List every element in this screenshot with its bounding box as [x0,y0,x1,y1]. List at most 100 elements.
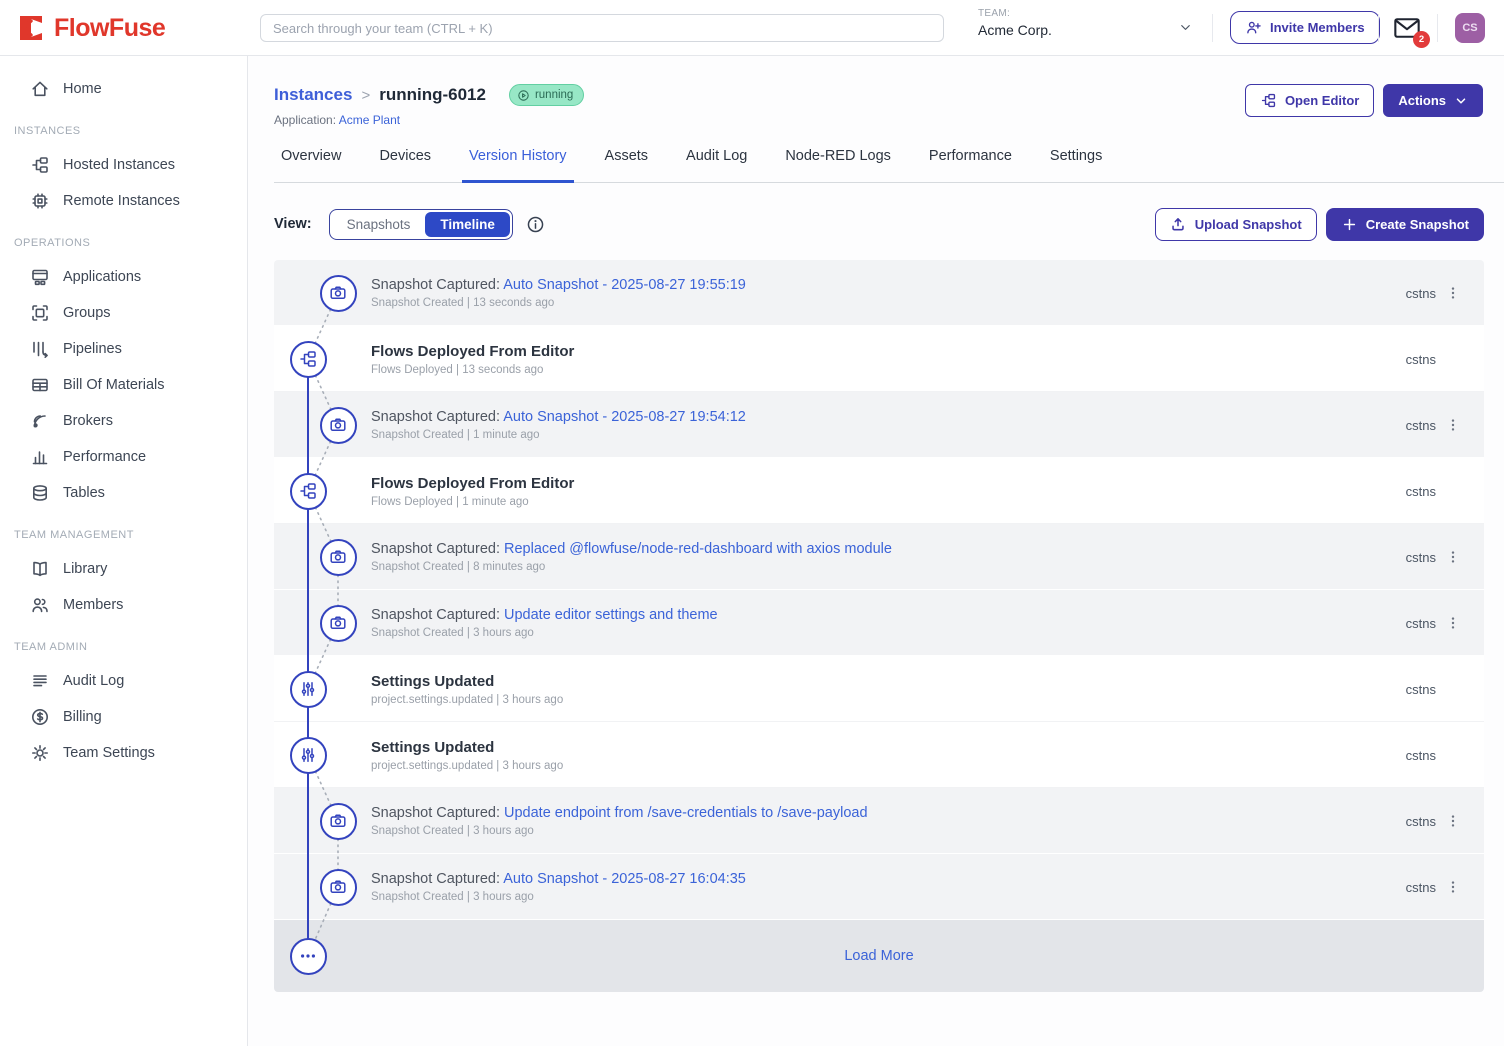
timeline-row-title: Flows Deployed From Editor [371,475,1380,492]
groups-icon [30,303,50,323]
timeline-row-title: Snapshot Captured: Update editor setting… [371,607,1380,623]
timeline-row: Snapshot Captured: Auto Snapshot - 2025-… [274,854,1484,920]
sidebar-section-label: TEAM MANAGEMENT [0,529,247,541]
load-more-link[interactable]: Load More [844,948,913,964]
view-toggle-snapshots[interactable]: Snapshots [332,212,426,237]
sidebar-item-members[interactable]: Members [0,587,247,623]
bom-icon [30,375,50,395]
team-selector[interactable]: TEAM: Acme Corp. [978,8,1052,38]
sidebar-item-team-settings[interactable]: Team Settings [0,735,247,771]
upload-snapshot-button[interactable]: Upload Snapshot [1155,208,1317,241]
sidebar-item-library[interactable]: Library [0,551,247,587]
chevron-down-icon[interactable] [1178,20,1193,35]
timeline-row: Settings Updatedproject.settings.updated… [274,656,1484,722]
timeline-row-user: cstns [1380,286,1436,301]
snapshot-link[interactable]: Replaced @flowfuse/node-red-dashboard wi… [504,541,892,557]
sidebar-item-remote-instances[interactable]: Remote Instances [0,183,247,219]
timeline-row-meta: project.settings.updated | 3 hours ago [371,760,1380,772]
open-editor-button[interactable]: Open Editor [1245,84,1374,117]
breadcrumb-instances-link[interactable]: Instances [274,85,352,105]
info-icon[interactable] [526,215,545,234]
sidebar-item-label: Remote Instances [63,193,180,209]
sidebar-item-label: Library [63,561,107,577]
invite-members-button[interactable]: Invite Members [1230,11,1380,44]
application-line: Application: Acme Plant [274,113,400,127]
sidebar-item-label: Groups [63,305,111,321]
sidebar-item-groups[interactable]: Groups [0,295,247,331]
tab-overview[interactable]: Overview [274,148,348,182]
members-icon [30,595,50,615]
snapshot-link[interactable]: Update endpoint from /save-credentials t… [504,805,868,821]
actions-button[interactable]: Actions [1383,84,1483,117]
tab-performance[interactable]: Performance [922,148,1019,182]
main-content: Instances > running-6012 running Applica… [248,56,1504,1046]
kebab-menu-icon[interactable] [1445,417,1461,433]
tab-version-history[interactable]: Version History [462,148,574,182]
sidebar-item-hosted-instances[interactable]: Hosted Instances [0,147,247,183]
sidebar-item-label: Tables [63,485,105,501]
node-red-flow-icon [1260,92,1277,109]
view-toggle: SnapshotsTimeline [329,209,513,240]
timeline-row: Snapshot Captured: Replaced @flowfuse/no… [274,524,1484,590]
view-label: View: [274,216,312,232]
application-link[interactable]: Acme Plant [339,113,400,127]
snapshot-captured-prefix: Snapshot Captured: [371,805,504,821]
tab-devices[interactable]: Devices [372,148,438,182]
tab-settings[interactable]: Settings [1043,148,1109,182]
sidebar-item-performance[interactable]: Performance [0,439,247,475]
timeline: Snapshot Captured: Auto Snapshot - 2025-… [274,260,1484,992]
page-title: running-6012 [379,85,486,105]
sidebar-item-audit-log[interactable]: Audit Log [0,663,247,699]
snapshot-link[interactable]: Auto Snapshot - 2025-08-27 19:54:12 [503,409,746,425]
snapshot-link[interactable]: Update editor settings and theme [504,607,718,623]
kebab-menu-icon[interactable] [1445,549,1461,565]
snapshot-link[interactable]: Auto Snapshot - 2025-08-27 16:04:35 [503,871,746,887]
billing-icon [30,707,50,727]
snapshot-link[interactable]: Auto Snapshot - 2025-08-27 19:55:19 [503,277,746,293]
flowfuse-logo-icon [16,13,46,43]
sidebar-section-label: INSTANCES [0,125,247,137]
kebab-menu-icon[interactable] [1445,285,1461,301]
timeline-row: Flows Deployed From EditorFlows Deployed… [274,326,1484,392]
notifications-mail-icon[interactable]: 2 [1392,14,1422,42]
pipelines-icon [30,339,50,359]
sidebar-item-billing[interactable]: Billing [0,699,247,735]
flowfuse-logo[interactable]: FlowFuse [16,13,165,43]
search-input[interactable] [260,14,944,42]
sidebar-item-pipelines[interactable]: Pipelines [0,331,247,367]
header-divider [1378,14,1379,42]
tab-audit-log[interactable]: Audit Log [679,148,754,182]
snapshot-captured-prefix: Snapshot Captured: [371,277,503,293]
sidebar-item-tables[interactable]: Tables [0,475,247,511]
sidebar-section-label: OPERATIONS [0,237,247,249]
kebab-menu-icon[interactable] [1445,879,1461,895]
chevron-down-icon [1454,94,1468,108]
sidebar-nav: Home INSTANCES Hosted Instances Remote Inst… [0,56,248,1046]
header-divider [1437,14,1438,42]
sidebar-item-bill-of-materials[interactable]: Bill Of Materials [0,367,247,403]
create-snapshot-button[interactable]: Create Snapshot [1326,208,1484,241]
timeline-row: Snapshot Captured: Auto Snapshot - 2025-… [274,260,1484,326]
sidebar-item-label: Pipelines [63,341,122,357]
sidebar-item-label: Performance [63,449,146,465]
cog-icon [30,743,50,763]
timeline-row-meta: Snapshot Created | 13 seconds ago [371,297,1380,309]
tab-assets[interactable]: Assets [598,148,656,182]
kebab-menu-icon[interactable] [1445,813,1461,829]
timeline-row-title: Flows Deployed From Editor [371,343,1380,360]
play-circle-icon [517,89,530,102]
tab-node-red-logs[interactable]: Node-RED Logs [778,148,898,182]
user-avatar[interactable]: CS [1455,13,1485,43]
view-toggle-timeline[interactable]: Timeline [425,212,510,237]
timeline-row-title: Snapshot Captured: Auto Snapshot - 2025-… [371,409,1380,425]
top-header: FlowFuse TEAM: Acme Corp. Invite Members… [0,0,1504,56]
sidebar-item-brokers[interactable]: Brokers [0,403,247,439]
sidebar-item-home[interactable]: Home [0,71,247,107]
timeline-row-meta: Snapshot Created | 3 hours ago [371,627,1380,639]
kebab-menu-icon[interactable] [1445,615,1461,631]
status-badge: running [509,84,584,106]
sidebar-item-applications[interactable]: Applications [0,259,247,295]
timeline-row-meta: Snapshot Created | 1 minute ago [371,429,1380,441]
create-snapshot-label: Create Snapshot [1366,217,1469,232]
user-plus-icon [1245,19,1262,36]
